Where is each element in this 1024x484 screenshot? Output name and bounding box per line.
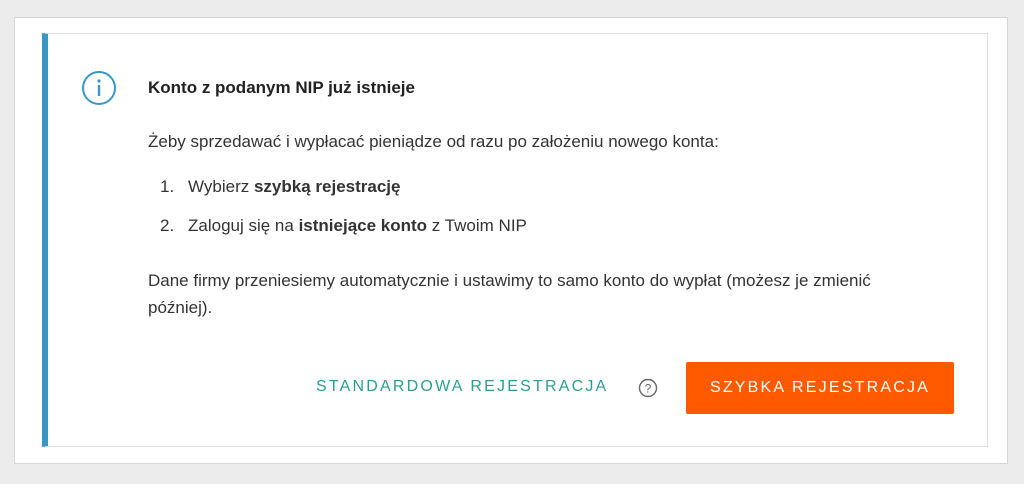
steps-list: 1. Wybierz szybką rejestrację 2. Zaloguj s…: [160, 177, 527, 255]
step-text-after: z Twoim NIP: [427, 216, 527, 235]
svg-text:?: ?: [645, 382, 652, 396]
info-alert-card: Konto z podanym NIP już istnieje Żeby sp…: [42, 33, 988, 447]
step-text: Zaloguj się na: [188, 216, 299, 235]
standard-registration-button[interactable]: STANDARDOWA REJESTRACJA: [316, 378, 608, 396]
step-emphasis: szybką rejestrację: [253, 177, 401, 196]
step-emphasis: istniejące konto: [298, 216, 428, 235]
list-item: 2. Zaloguj się na istniejące konto z Twoi…: [160, 216, 527, 255]
quick-registration-button[interactable]: SZYBKA REJESTRACJA: [686, 362, 954, 414]
info-icon: [82, 71, 116, 105]
step-number: 1.: [160, 177, 175, 196]
list-item: 1. Wybierz szybką rejestrację: [160, 177, 527, 216]
alert-intro: Żeby sprzedawać i wypłacać pieniądze od …: [148, 132, 719, 151]
question-circle-icon[interactable]: ?: [638, 378, 658, 398]
alert-note: Dane firmy przeniesiemy automatycznie i …: [148, 271, 871, 317]
step-text: Wybierz: [188, 177, 254, 196]
step-number: 2.: [160, 216, 175, 235]
alert-title: Konto z podanym NIP już istnieje: [148, 78, 415, 97]
